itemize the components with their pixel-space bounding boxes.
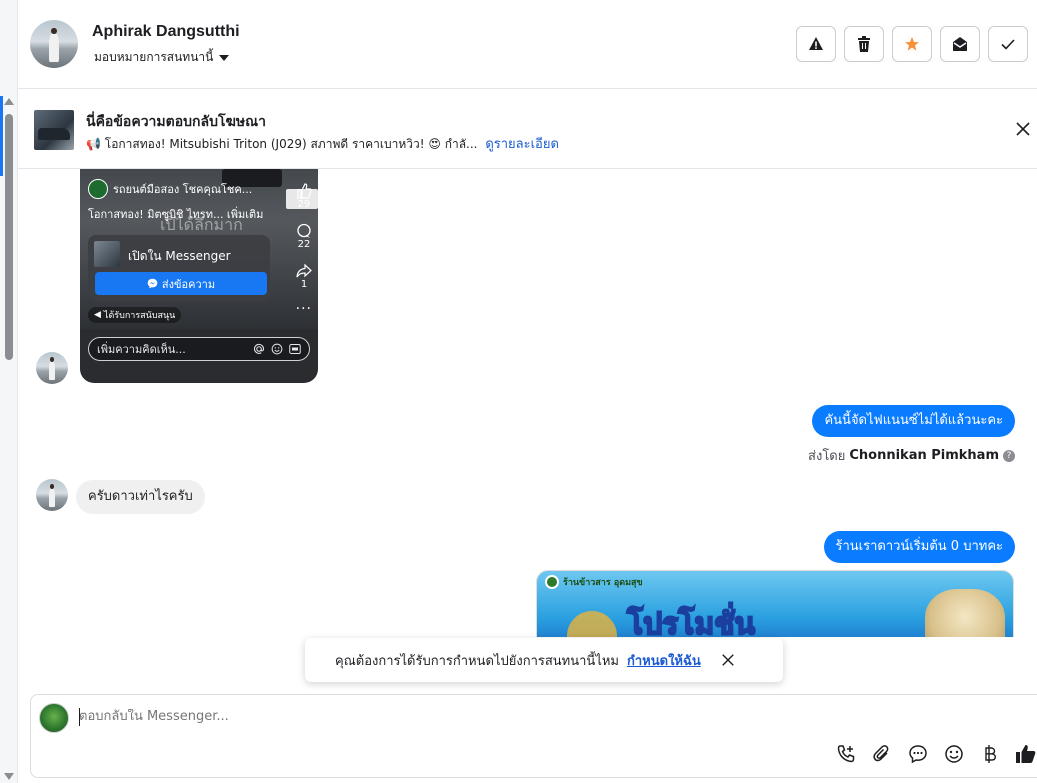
megaphone-icon: ◀ (94, 310, 101, 320)
sent-by-name: Chonnikan Pimkham (849, 448, 999, 463)
assign-label: มอบหมายการสนทนานี้ (94, 50, 214, 64)
close-icon[interactable] (721, 653, 735, 667)
scroll-down-arrow[interactable] (4, 773, 14, 780)
sent-by-label: ส่งโดย Chonnikan Pimkham ? (808, 445, 1015, 466)
chevron-down-icon (219, 54, 230, 61)
page-avatar (39, 703, 69, 733)
rice-sack-graphic (925, 589, 1005, 637)
star-icon (905, 37, 919, 51)
share-icon (296, 263, 312, 278)
star-button[interactable] (892, 26, 932, 62)
promo-brand: ร้านข้าวสาร อุดมสุข (545, 575, 643, 589)
like-icon (1016, 745, 1036, 763)
send-message-label: ส่งข้อความ (161, 277, 216, 291)
spam-icon (809, 37, 823, 50)
call-add-button[interactable] (835, 743, 857, 765)
help-icon[interactable]: ? (1003, 449, 1015, 462)
comment-bar-icons (253, 343, 301, 355)
composer-tools (835, 743, 1037, 765)
sender-avatar[interactable] (36, 352, 68, 384)
comment-icon (297, 223, 311, 238)
car-thumbnail (94, 241, 120, 267)
trash-icon (858, 36, 870, 52)
share-count: 1 (300, 279, 308, 290)
view-details-link[interactable]: ดูรายละเอียด (485, 137, 559, 152)
contact-name[interactable]: Aphirak Dangsutthi (92, 23, 240, 41)
send-like-button[interactable] (1015, 743, 1037, 765)
comment-placeholder: เพิ่มความคิดเห็น... (97, 343, 186, 356)
assign-prompt-toast: คุณต้องการได้รับการกำหนดไปยังการสนทนานี้… (305, 638, 783, 682)
active-indicator (0, 96, 3, 176)
mark-unread-button[interactable] (940, 26, 980, 62)
emoji-icon (945, 745, 963, 763)
sponsored-badge: ◀ ได้รับการสนับสนุน (88, 307, 182, 323)
outgoing-message[interactable]: คันนี้จัดไฟแนนซ์ไม่ได้แล้วนะคะ (812, 405, 1015, 437)
brand-logo (545, 575, 559, 589)
more-options-icon[interactable]: ··· (296, 301, 312, 317)
payment-button[interactable] (979, 743, 1001, 765)
incoming-message[interactable]: ครับดาวเท่าไรครับ (76, 480, 205, 514)
outgoing-message[interactable]: ร้านเราดาวน์เริ่มต้น 0 บาทคะ (823, 531, 1015, 563)
emoji-icon[interactable] (271, 343, 283, 355)
attach-button[interactable] (871, 743, 893, 765)
reel-page-row[interactable]: รถยนต์มือสอง โชคคุณโชค... (88, 179, 252, 199)
send-message-button[interactable]: ส่งข้อความ (95, 272, 267, 295)
open-in-messenger-card[interactable]: เปิดใน Messenger ส่งข้อความ (88, 235, 270, 301)
assign-conversation-dropdown[interactable]: มอบหมายการสนทนานี้ (94, 48, 230, 67)
scrollbar-thumb[interactable] (5, 114, 13, 360)
header-actions (796, 26, 1028, 62)
comment-count: 22 (297, 239, 311, 250)
baht-icon (985, 745, 997, 763)
sponsored-label: ได้รับการสนับสนุน (103, 311, 176, 321)
promo-headline: โปรโมชั่น (626, 607, 756, 637)
close-icon[interactable] (1015, 121, 1031, 137)
reply-input[interactable] (79, 709, 679, 724)
message-thread[interactable]: รถยนต์มือสอง โชคคุณโชค... โอกาสทอง! มิตซ… (18, 169, 1037, 637)
ad-reply-banner: นี่คือข้อความตอบกลับโฆษณา 📢 โอกาสทอง! Mi… (18, 88, 1037, 169)
gif-icon[interactable] (289, 343, 301, 355)
comment-counter[interactable]: 22 (296, 223, 312, 250)
saved-reply-icon (909, 745, 927, 764)
done-icon (1001, 39, 1015, 50)
promo-brand-name: ร้านข้าวสาร อุดมสุข (563, 578, 643, 588)
mark-unread-icon (953, 37, 967, 51)
share-counter[interactable]: 1 (296, 263, 312, 290)
promo-image-attachment[interactable]: ร้านข้าวสาร อุดมสุข โปรโมชั่น (536, 570, 1014, 637)
assign-prompt-text: คุณต้องการได้รับการกำหนดไปยังการสนทนานี้… (335, 653, 619, 669)
grain-graphic (567, 611, 617, 637)
reply-composer (30, 694, 1037, 778)
contact-avatar[interactable] (30, 20, 78, 68)
reel-comment-input[interactable]: เพิ่มความคิดเห็น... (88, 337, 310, 361)
like-counter[interactable]: 29 (296, 183, 312, 210)
ad-snippet: 📢 โอกาสทอง! Mitsubishi Triton (J029) สภา… (86, 137, 478, 151)
like-count: 29 (297, 199, 311, 210)
mark-spam-button[interactable] (796, 26, 836, 62)
sent-by-prefix: ส่งโดย (808, 449, 846, 464)
page-logo (88, 179, 108, 199)
left-scroll-rail (0, 0, 18, 783)
ad-reply-snippet-row: 📢 โอกาสทอง! Mitsubishi Triton (J029) สภา… (86, 133, 559, 154)
messenger-icon (147, 278, 158, 289)
saved-reply-button[interactable] (907, 743, 929, 765)
call-add-icon (837, 745, 855, 763)
delete-button[interactable] (844, 26, 884, 62)
open-in-messenger-label: เปิดใน Messenger (128, 249, 231, 263)
mention-icon[interactable] (253, 343, 265, 355)
assign-to-me-link[interactable]: กำหนดให้ฉัน (627, 650, 701, 671)
shared-reel-card[interactable]: รถยนต์มือสอง โชคคุณโชค... โอกาสทอง! มิตซ… (80, 169, 318, 383)
ad-reply-title: นี่คือข้อความตอบกลับโฆษณา (86, 114, 266, 130)
attachment-icon (873, 745, 889, 762)
sender-avatar[interactable] (36, 479, 68, 511)
ad-thumbnail[interactable] (34, 110, 74, 150)
conversation-header: Aphirak Dangsutthi มอบหมายการสนทนานี้ (18, 0, 1037, 88)
thumbs-up-icon (297, 183, 312, 199)
mark-done-button[interactable] (988, 26, 1028, 62)
reel-page-name: รถยนต์มือสอง โชคคุณโชค... (113, 183, 253, 196)
emoji-button[interactable] (943, 743, 965, 765)
scroll-up-arrow[interactable] (4, 98, 14, 105)
